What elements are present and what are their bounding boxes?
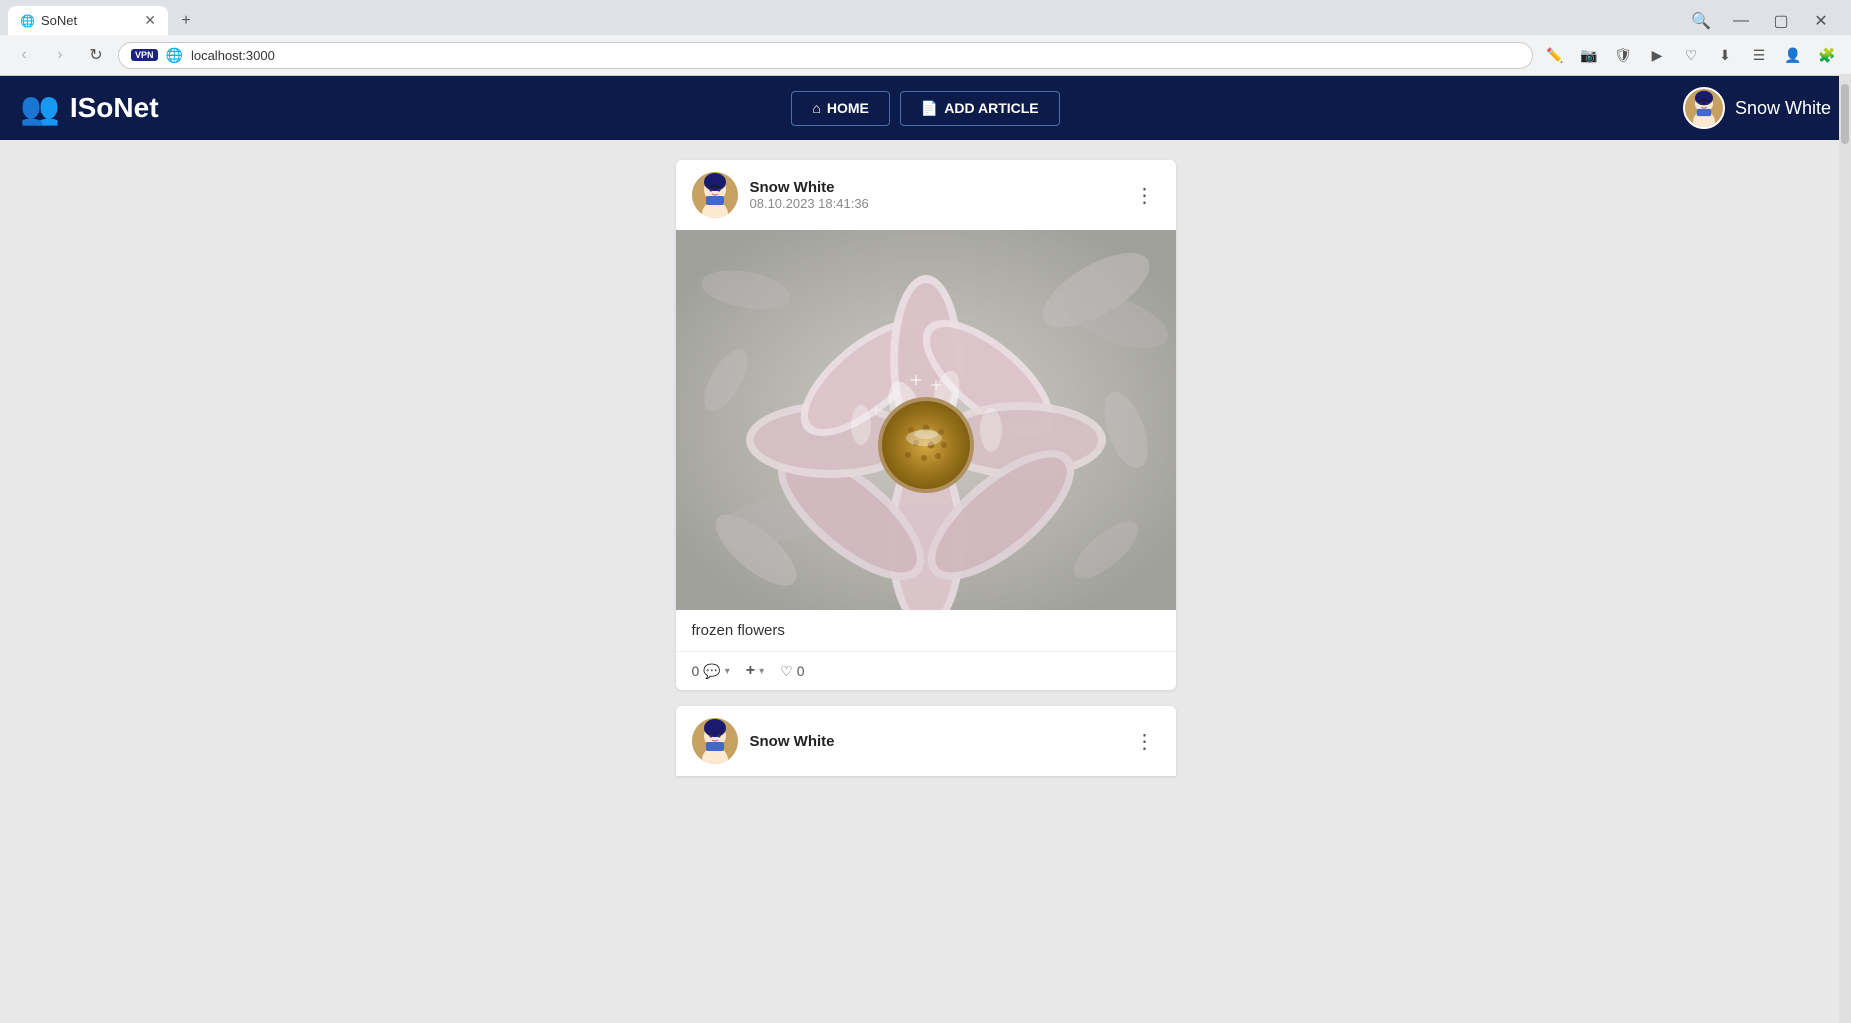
app-logo[interactable]: 👥 ISoNet [20, 89, 791, 127]
post-menu-button[interactable]: ⋮ [1130, 180, 1160, 210]
like-count: 0 [797, 663, 805, 679]
add-reaction-button[interactable]: + ▾ [746, 662, 764, 680]
caption-text: frozen flowers [692, 622, 785, 639]
comment-chevron: ▾ [725, 666, 730, 677]
maximize-button[interactable]: ▢ [1767, 7, 1795, 35]
post-menu-button-2[interactable]: ⋮ [1130, 726, 1160, 756]
like-button[interactable]: ♡ 0 [780, 663, 804, 680]
address-bar[interactable]: VPN 🌐 localhost:3000 [118, 42, 1533, 69]
tab-close-button[interactable]: ✕ [144, 12, 156, 29]
add-article-nav-button[interactable]: 📄 ADD ARTICLE [900, 91, 1060, 126]
logo-users-icon: 👥 [20, 89, 60, 127]
add-article-label: ADD ARTICLE [944, 100, 1038, 116]
comment-button[interactable]: 0 💬 ▾ [692, 663, 730, 680]
home-icon: ⌂ [812, 100, 820, 116]
post-author-name-2: Snow White [750, 733, 1118, 750]
post-card: Snow White 08.10.2023 18:41:36 ⋮ [676, 160, 1176, 690]
main-content: Snow White 08.10.2023 18:41:36 ⋮ [0, 140, 1851, 1023]
globe-icon: 🌐 [166, 47, 183, 64]
comment-count: 0 [692, 663, 700, 679]
feed-container: Snow White 08.10.2023 18:41:36 ⋮ [676, 160, 1176, 776]
add-icon: + [746, 662, 755, 680]
active-tab[interactable]: 🌐 SoNet ✕ [8, 6, 168, 35]
user-name: Snow White [1735, 98, 1831, 119]
add-article-icon: 📄 [921, 100, 938, 117]
post-image [676, 230, 1176, 610]
logo-text: ISoNet [70, 92, 159, 124]
avatar-image [1685, 87, 1723, 129]
browser-chrome: 🌐 SoNet ✕ + 🔍 — ▢ ✕ ‹ › ↻ VPN 🌐 localhos… [0, 0, 1851, 76]
toolbar-camera-icon[interactable]: 📷 [1575, 41, 1603, 69]
toolbar-list-icon[interactable]: ☰ [1745, 41, 1773, 69]
new-tab-button[interactable]: + [172, 7, 200, 35]
tab-title: SoNet [41, 13, 77, 28]
post-author-name: Snow White [750, 179, 1118, 196]
add-chevron: ▾ [759, 666, 764, 677]
toolbar-edit-icon[interactable]: ✏️ [1541, 41, 1569, 69]
heart-icon: ♡ [780, 663, 793, 680]
toolbar-account-icon[interactable]: 👤 [1779, 41, 1807, 69]
toolbar-actions: ✏️ 📷 🛡 ▶ ♡ ⬇ ☰ 👤 🧩 [1541, 41, 1841, 69]
comment-icon: 💬 [703, 663, 720, 680]
tab-favicon: 🌐 [20, 14, 35, 28]
reload-button[interactable]: ↻ [82, 41, 110, 69]
post-caption: frozen flowers [676, 610, 1176, 651]
app-navbar: 👥 ISoNet ⌂ HOME 📄 ADD ARTICLE [0, 76, 1851, 140]
user-section: Snow White [1060, 87, 1831, 129]
toolbar-extensions-icon[interactable]: 🧩 [1813, 41, 1841, 69]
home-label: HOME [827, 100, 869, 116]
minimize-button[interactable]: — [1727, 7, 1755, 35]
scrollbar-thumb[interactable] [1841, 84, 1849, 144]
post-header: Snow White 08.10.2023 18:41:36 ⋮ [676, 160, 1176, 230]
user-avatar[interactable] [1683, 87, 1725, 129]
post-card-partial: Snow White ⋮ [676, 706, 1176, 776]
post-actions: 0 💬 ▾ + ▾ ♡ 0 [676, 651, 1176, 690]
browser-toolbar: ‹ › ↻ VPN 🌐 localhost:3000 ✏️ 📷 🛡 ▶ ♡ ⬇ … [0, 35, 1851, 76]
post-header-2: Snow White ⋮ [676, 706, 1176, 776]
home-nav-button[interactable]: ⌂ HOME [791, 91, 889, 126]
post-author-avatar-2[interactable] [692, 718, 738, 764]
nav-buttons: ⌂ HOME 📄 ADD ARTICLE [791, 91, 1059, 126]
back-button[interactable]: ‹ [10, 41, 38, 69]
post-date: 08.10.2023 18:41:36 [750, 196, 1118, 211]
vpn-badge: VPN [131, 49, 158, 61]
toolbar-heart-icon[interactable]: ♡ [1677, 41, 1705, 69]
post-info-2: Snow White [750, 733, 1118, 750]
post-author-avatar[interactable] [692, 172, 738, 218]
close-button[interactable]: ✕ [1807, 7, 1835, 35]
post-info: Snow White 08.10.2023 18:41:36 [750, 179, 1118, 211]
scrollbar[interactable] [1839, 74, 1851, 1023]
forward-button[interactable]: › [46, 41, 74, 69]
search-button[interactable]: 🔍 [1687, 7, 1715, 35]
toolbar-download-icon[interactable]: ⬇ [1711, 41, 1739, 69]
flower-svg [676, 230, 1176, 610]
toolbar-play-icon[interactable]: ▶ [1643, 41, 1671, 69]
tab-bar: 🌐 SoNet ✕ + 🔍 — ▢ ✕ [0, 0, 1851, 35]
toolbar-shield-icon[interactable]: 🛡 [1609, 41, 1637, 69]
url-display: localhost:3000 [191, 48, 1520, 63]
